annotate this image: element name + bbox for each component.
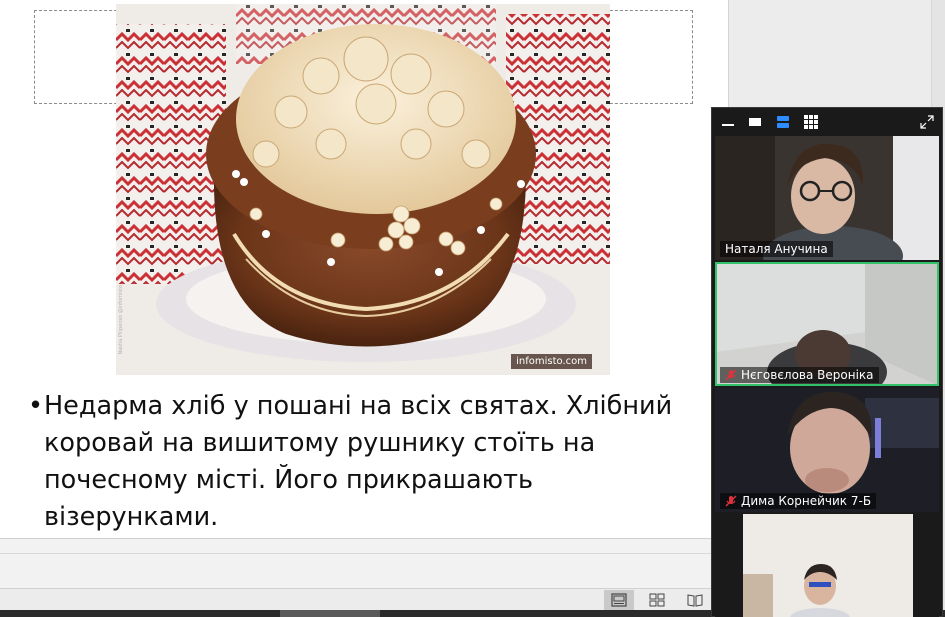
slide-sorter-button[interactable] — [642, 590, 672, 610]
muted-microphone-icon — [725, 369, 737, 381]
slide-canvas[interactable]: Nastia Pilipenko @infomisto infomisto.co… — [0, 0, 728, 538]
image-source-label: infomisto.com — [511, 354, 592, 369]
status-bar — [0, 588, 728, 610]
participant-video-4 — [715, 514, 939, 617]
participant-name: Дима Корнейчик 7-Б — [741, 494, 872, 508]
app-window: Nastia Pilipenko @infomisto infomisto.co… — [0, 0, 945, 617]
participant-tile-2[interactable]: Нєговєлова Вероніка — [715, 262, 939, 386]
image-credit: Nastia Pilipenko @infomisto — [118, 285, 124, 355]
normal-view-icon — [611, 593, 627, 607]
participant-name: Нєговєлова Вероніка — [741, 368, 874, 382]
normal-view-button[interactable] — [604, 590, 634, 610]
minimize-icon[interactable] — [720, 115, 736, 129]
participant-tile-4[interactable] — [715, 514, 939, 617]
korovai-image[interactable]: Nastia Pilipenko @infomisto infomisto.co… — [116, 4, 610, 375]
grid-view-icon — [649, 593, 665, 607]
video-panel-toolbar — [712, 108, 944, 136]
participant-tile-3[interactable]: Дима Корнейчик 7-Б — [715, 388, 939, 512]
bullet-text: Недарма хліб у пошані на всіх святах. Хл… — [44, 391, 673, 532]
participant-name-tag-1: Наталя Анучина — [720, 241, 833, 257]
notes-divider — [0, 553, 728, 554]
notes-pane[interactable] — [0, 538, 728, 588]
gallery-view-icon[interactable] — [803, 115, 819, 129]
reading-view-button[interactable] — [680, 590, 710, 610]
participant-tile-1[interactable]: Наталя Анучина — [715, 136, 939, 260]
expand-icon[interactable] — [919, 115, 935, 129]
book-icon — [687, 594, 703, 607]
hide-video-icon[interactable] — [747, 115, 763, 129]
video-conference-panel[interactable]: Наталя Анучина Нєговєлова Вероніка Дима … — [711, 107, 943, 617]
participant-name: Наталя Анучина — [725, 242, 828, 256]
horizontal-scroll-thumb[interactable] — [280, 610, 380, 617]
participant-name-tag-2: Нєговєлова Вероніка — [720, 367, 879, 383]
speaker-view-icon[interactable] — [775, 115, 791, 129]
muted-microphone-icon — [725, 495, 737, 507]
korovai-illustration — [116, 4, 610, 375]
participant-name-tag-3: Дима Корнейчик 7-Б — [720, 493, 877, 509]
bullet-symbol: • — [28, 391, 44, 421]
bullet-paragraph[interactable]: • Недарма хліб у пошані на всіх святах. … — [28, 388, 688, 536]
